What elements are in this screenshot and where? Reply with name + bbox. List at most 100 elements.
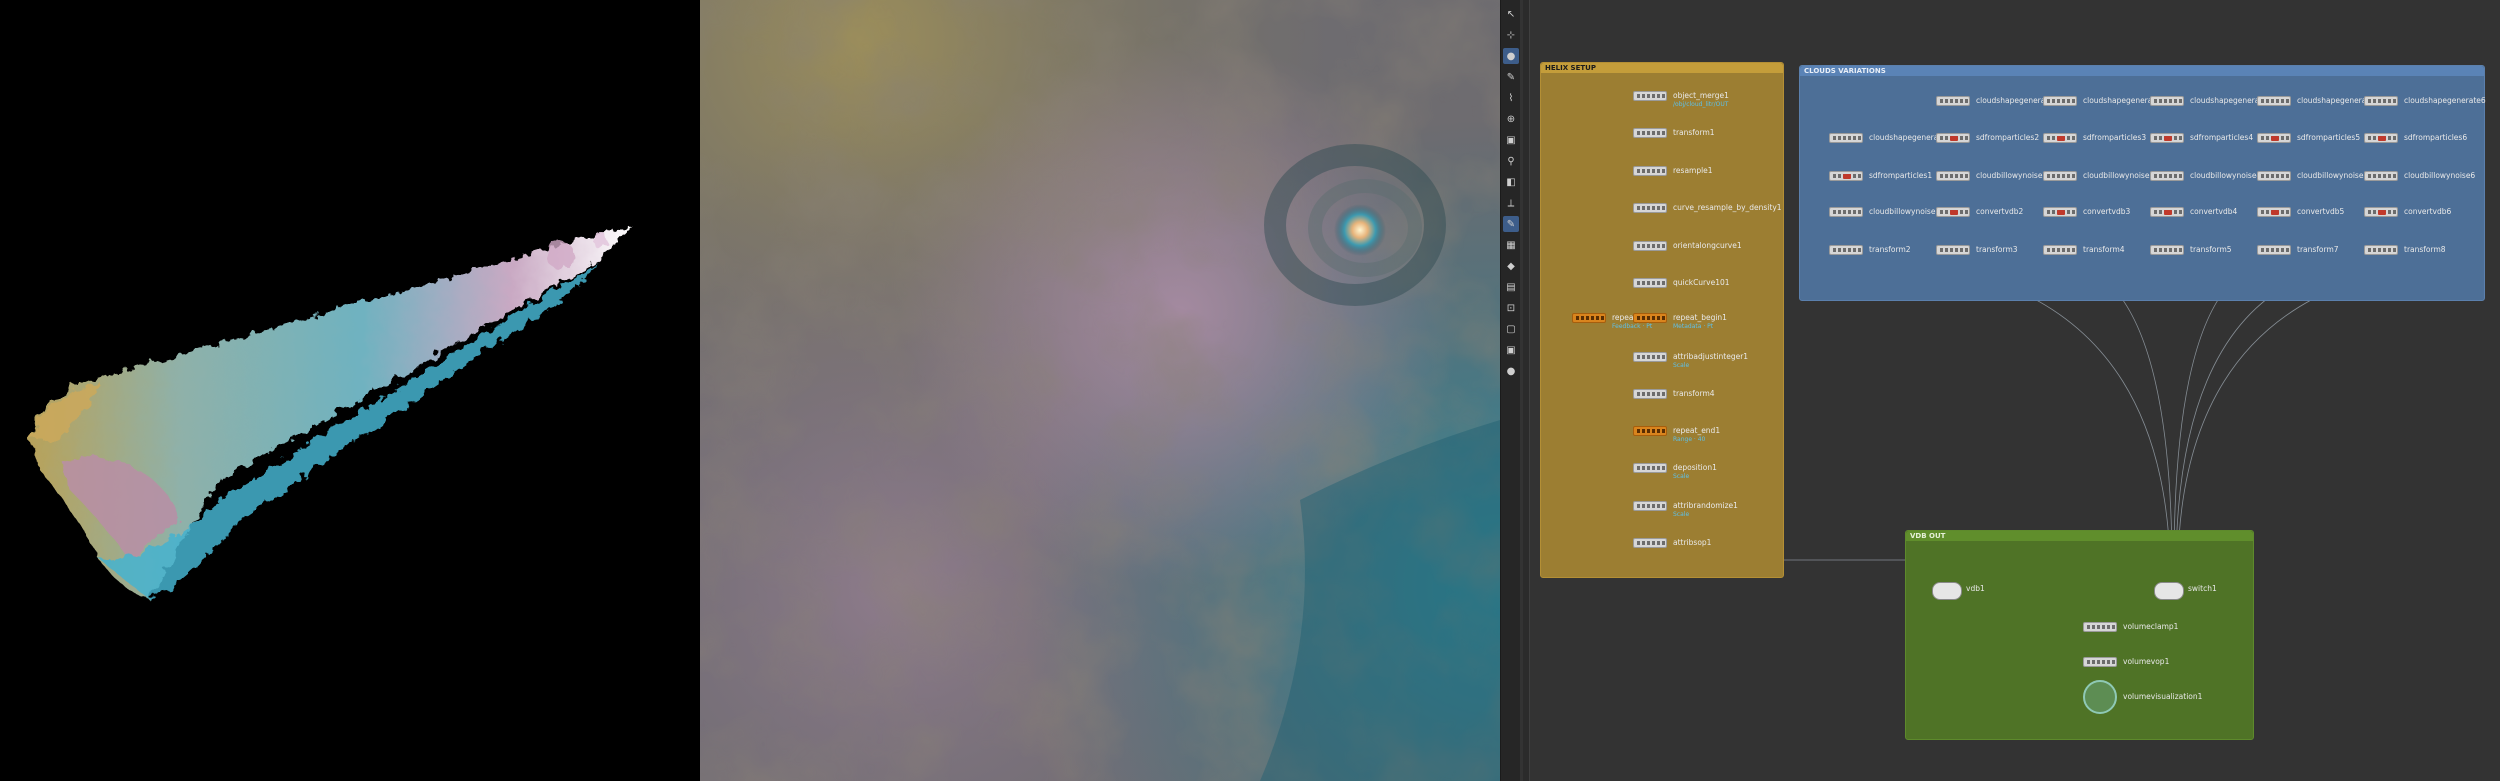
node-label: transform8	[2404, 245, 2446, 254]
node-icon	[1633, 463, 1667, 473]
cloud-row4-node-5[interactable]: transform8	[2364, 244, 2500, 256]
cloud-row2-node-5[interactable]: cloudbillowynoise6	[2364, 170, 2500, 182]
grid-icon[interactable]: ▦	[1503, 237, 1519, 253]
uv-icon[interactable]: ▤	[1503, 279, 1519, 295]
helix-node-1[interactable]: transform1	[1633, 127, 1783, 139]
helix-node-4[interactable]: orientalongcurve1	[1633, 240, 1783, 252]
vdb-out-title: VDB OUT	[1906, 531, 2253, 541]
handle-icon[interactable]: ✎	[1503, 69, 1519, 85]
node-label: cloudbillowynoise3	[2083, 171, 2155, 180]
node-icon	[2043, 133, 2077, 143]
helix-node-3[interactable]: curve_resample_by_density1	[1633, 202, 1783, 214]
node-label: cloudbillowynoise1	[1869, 207, 1941, 216]
node-icon	[2364, 133, 2398, 143]
node-icon	[2364, 207, 2398, 217]
node-label: resample1	[1673, 166, 1713, 175]
switch-node-label: switch1	[2188, 584, 2217, 593]
volumevop-icon	[2083, 657, 2117, 667]
node-icon	[2150, 96, 2184, 106]
node-label: sdfromparticles4	[2190, 133, 2254, 142]
node-label: sdfromparticles1	[1869, 171, 1933, 180]
node-label: quickCurve101	[1673, 278, 1730, 287]
snap-icon[interactable]: ▣	[1503, 132, 1519, 148]
node-label: sdfromparticles2	[1976, 133, 2040, 142]
node-icon	[2150, 207, 2184, 217]
node-label: convertvdb2	[1976, 207, 2024, 216]
node-label: transform1	[1673, 128, 1715, 137]
cloud-row3-node-5[interactable]: convertvdb6	[2364, 206, 2500, 218]
node-icon	[2043, 207, 2077, 217]
cloud-row1b-node-5[interactable]: sdfromparticles6	[2364, 132, 2500, 144]
node-icon	[1633, 128, 1667, 138]
view-icon[interactable]: ⊕	[1503, 111, 1519, 127]
node-icon	[1572, 313, 1606, 323]
pose-icon[interactable]: ●	[1503, 48, 1519, 64]
node-icon	[2257, 171, 2291, 181]
display-icon[interactable]: ▣	[1503, 342, 1519, 358]
pen-icon[interactable]: ✎	[1503, 216, 1519, 232]
select-mode-icon[interactable]: ⊹	[1503, 27, 1519, 43]
node-icon	[1633, 389, 1667, 399]
helix-node-10[interactable]: repeat_end1 Range · 40	[1633, 425, 1783, 443]
viewport-left[interactable]	[0, 0, 700, 781]
switch-node[interactable]	[2154, 582, 2184, 600]
node-icon	[1633, 352, 1667, 362]
node-icon	[1633, 313, 1667, 323]
node-icon	[2150, 171, 2184, 181]
vdb-node-label: vdb1	[1966, 584, 1985, 593]
box-icon[interactable]: ▢	[1503, 321, 1519, 337]
vdb-out-box[interactable]: VDB OUT	[1905, 530, 2254, 740]
node-label: transform2	[1869, 245, 1911, 254]
helix-node-11[interactable]: deposition1 Scale	[1633, 462, 1783, 480]
node-icon	[1936, 96, 1970, 106]
node-icon	[2043, 96, 2077, 106]
paint-icon[interactable]: ⚲	[1503, 153, 1519, 169]
node-icon	[1936, 245, 1970, 255]
brush-icon[interactable]: ⌇	[1503, 90, 1519, 106]
node-label: orientalongcurve1	[1673, 241, 1742, 250]
node-icon	[2043, 171, 2077, 181]
volumeclamp-label: volumeclamp1	[2123, 622, 2179, 631]
cloud-row1-node-4[interactable]: cloudshapegenerate6	[2364, 95, 2500, 107]
ruler-icon[interactable]: ⟂	[1503, 195, 1519, 211]
node-label: transform4	[2083, 245, 2125, 254]
helix-node-0[interactable]: object_merge1/obj/cloud_litr/OUT	[1633, 90, 1783, 108]
node-icon	[2257, 96, 2291, 106]
node-icon[interactable]: ⊡	[1503, 300, 1519, 316]
node-icon	[1633, 91, 1667, 101]
node-label: attribsop1	[1673, 538, 1712, 547]
node-sublabel: Scale	[1673, 511, 1690, 518]
shading-icon[interactable]: ◆	[1503, 258, 1519, 274]
helix-node-12[interactable]: attribrandomize1 Scale	[1633, 500, 1783, 518]
node-label: transform7	[2297, 245, 2339, 254]
select-icon[interactable]: ↖	[1503, 6, 1519, 22]
node-label: cloudbillowynoise6	[2404, 171, 2476, 180]
node-sublabel: Scale	[1673, 473, 1690, 480]
light-icon[interactable]: ●	[1503, 363, 1519, 379]
volumevop-label: volumevop1	[2123, 657, 2170, 666]
node-icon	[2364, 245, 2398, 255]
helix-node-9[interactable]: transform4	[1633, 388, 1783, 400]
volumevisualization-node[interactable]	[2083, 680, 2117, 714]
node-label: cloudbillowynoise4	[2190, 171, 2262, 180]
camera-icon[interactable]: ◧	[1503, 174, 1519, 190]
helix-node-5[interactable]: quickCurve101	[1633, 277, 1783, 289]
node-icon	[1633, 278, 1667, 288]
node-label: convertvdb6	[2404, 207, 2452, 216]
helix-node-13[interactable]: attribsop1	[1633, 537, 1783, 549]
node-icon	[1633, 203, 1667, 213]
node-label: sdfromparticles6	[2404, 133, 2468, 142]
volumeclamp-node[interactable]: volumeclamp1	[2083, 621, 2203, 633]
helix-node-8[interactable]: attribadjustinteger1 Scale	[1633, 351, 1783, 369]
node-icon	[1936, 133, 1970, 143]
helix-node-7[interactable]: repeat_begin1 Metadata · Pt	[1633, 312, 1783, 330]
helix-node-2[interactable]: resample1	[1633, 165, 1783, 177]
viewport-center[interactable]	[700, 0, 1500, 781]
vdb-node[interactable]	[1932, 582, 1962, 600]
node-label: curve_resample_by_density1	[1673, 203, 1782, 212]
node-sublabel: /obj/cloud_litr/OUT	[1673, 101, 1729, 108]
network-splitter[interactable]	[1523, 0, 1530, 781]
volumevop-node[interactable]: volumevop1	[2083, 656, 2203, 668]
node-label: convertvdb3	[2083, 207, 2131, 216]
volumevisualization-label: volumevisualization1	[2123, 692, 2203, 701]
